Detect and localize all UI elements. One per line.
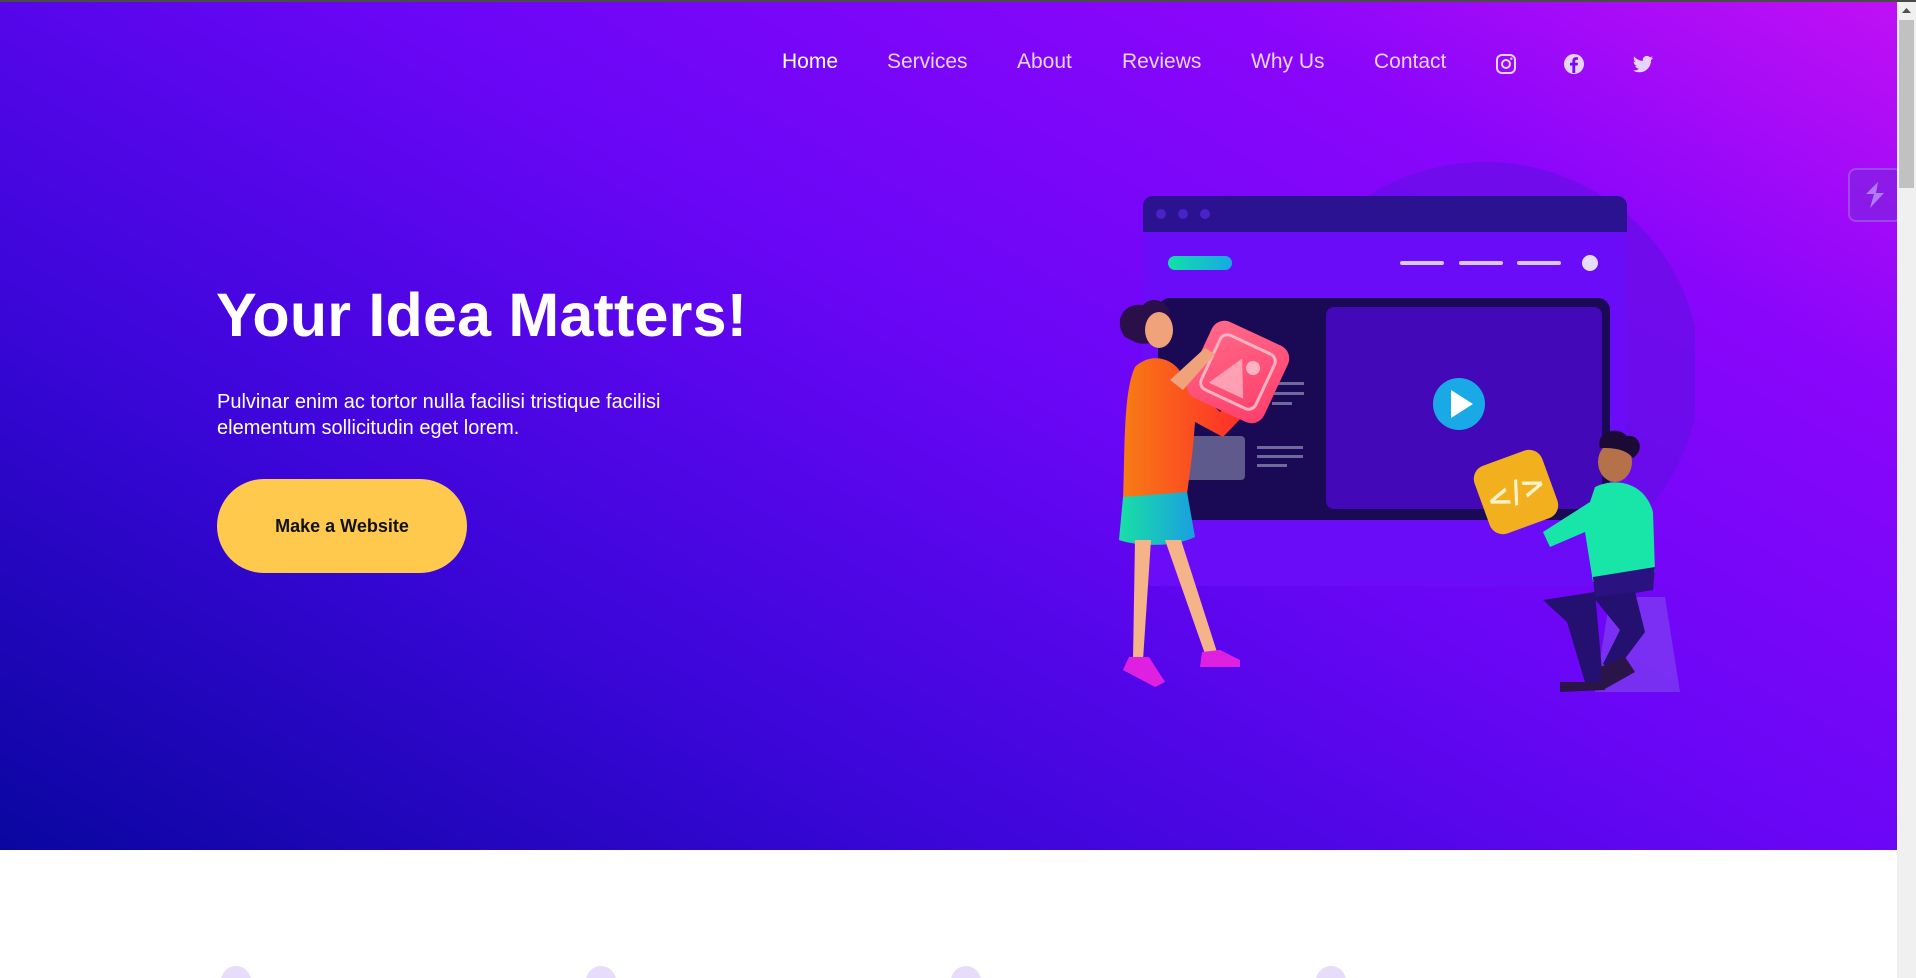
features-preview: [0, 966, 1897, 978]
lightning-icon: [1866, 182, 1884, 208]
feature-icon-3: [951, 966, 981, 978]
make-website-button[interactable]: Make a Website: [217, 479, 467, 573]
feature-icon-2: [586, 966, 616, 978]
floating-widget-button[interactable]: [1848, 168, 1897, 222]
hero-title: Your Idea Matters!: [216, 281, 748, 349]
twitter-icon[interactable]: [1631, 52, 1655, 76]
nav-link-services[interactable]: Services: [887, 50, 968, 74]
hero-subtitle: Pulvinar enim ac tortor nulla facilisi t…: [217, 391, 661, 439]
nav-link-about[interactable]: About: [1017, 50, 1072, 74]
scroll-up-arrow[interactable]: [1897, 2, 1916, 19]
nav-link-why-us[interactable]: Why Us: [1251, 50, 1325, 74]
hero-illustration: </>: [1119, 162, 1695, 692]
feature-icon-1: [221, 966, 251, 978]
feature-icon-4: [1316, 966, 1346, 978]
scrollbar-thumb[interactable]: [1899, 20, 1914, 188]
nav-link-home[interactable]: Home: [782, 50, 838, 74]
vertical-scrollbar[interactable]: [1897, 2, 1916, 978]
facebook-icon[interactable]: [1562, 52, 1586, 76]
main-nav: Home Services About Reviews Why Us Conta…: [0, 50, 1897, 80]
page-viewport: Home Services About Reviews Why Us Conta…: [0, 2, 1897, 978]
instagram-icon[interactable]: [1494, 52, 1518, 76]
nav-link-reviews[interactable]: Reviews: [1122, 50, 1201, 74]
nav-link-contact[interactable]: Contact: [1374, 50, 1446, 74]
hero-section: Home Services About Reviews Why Us Conta…: [0, 2, 1897, 850]
